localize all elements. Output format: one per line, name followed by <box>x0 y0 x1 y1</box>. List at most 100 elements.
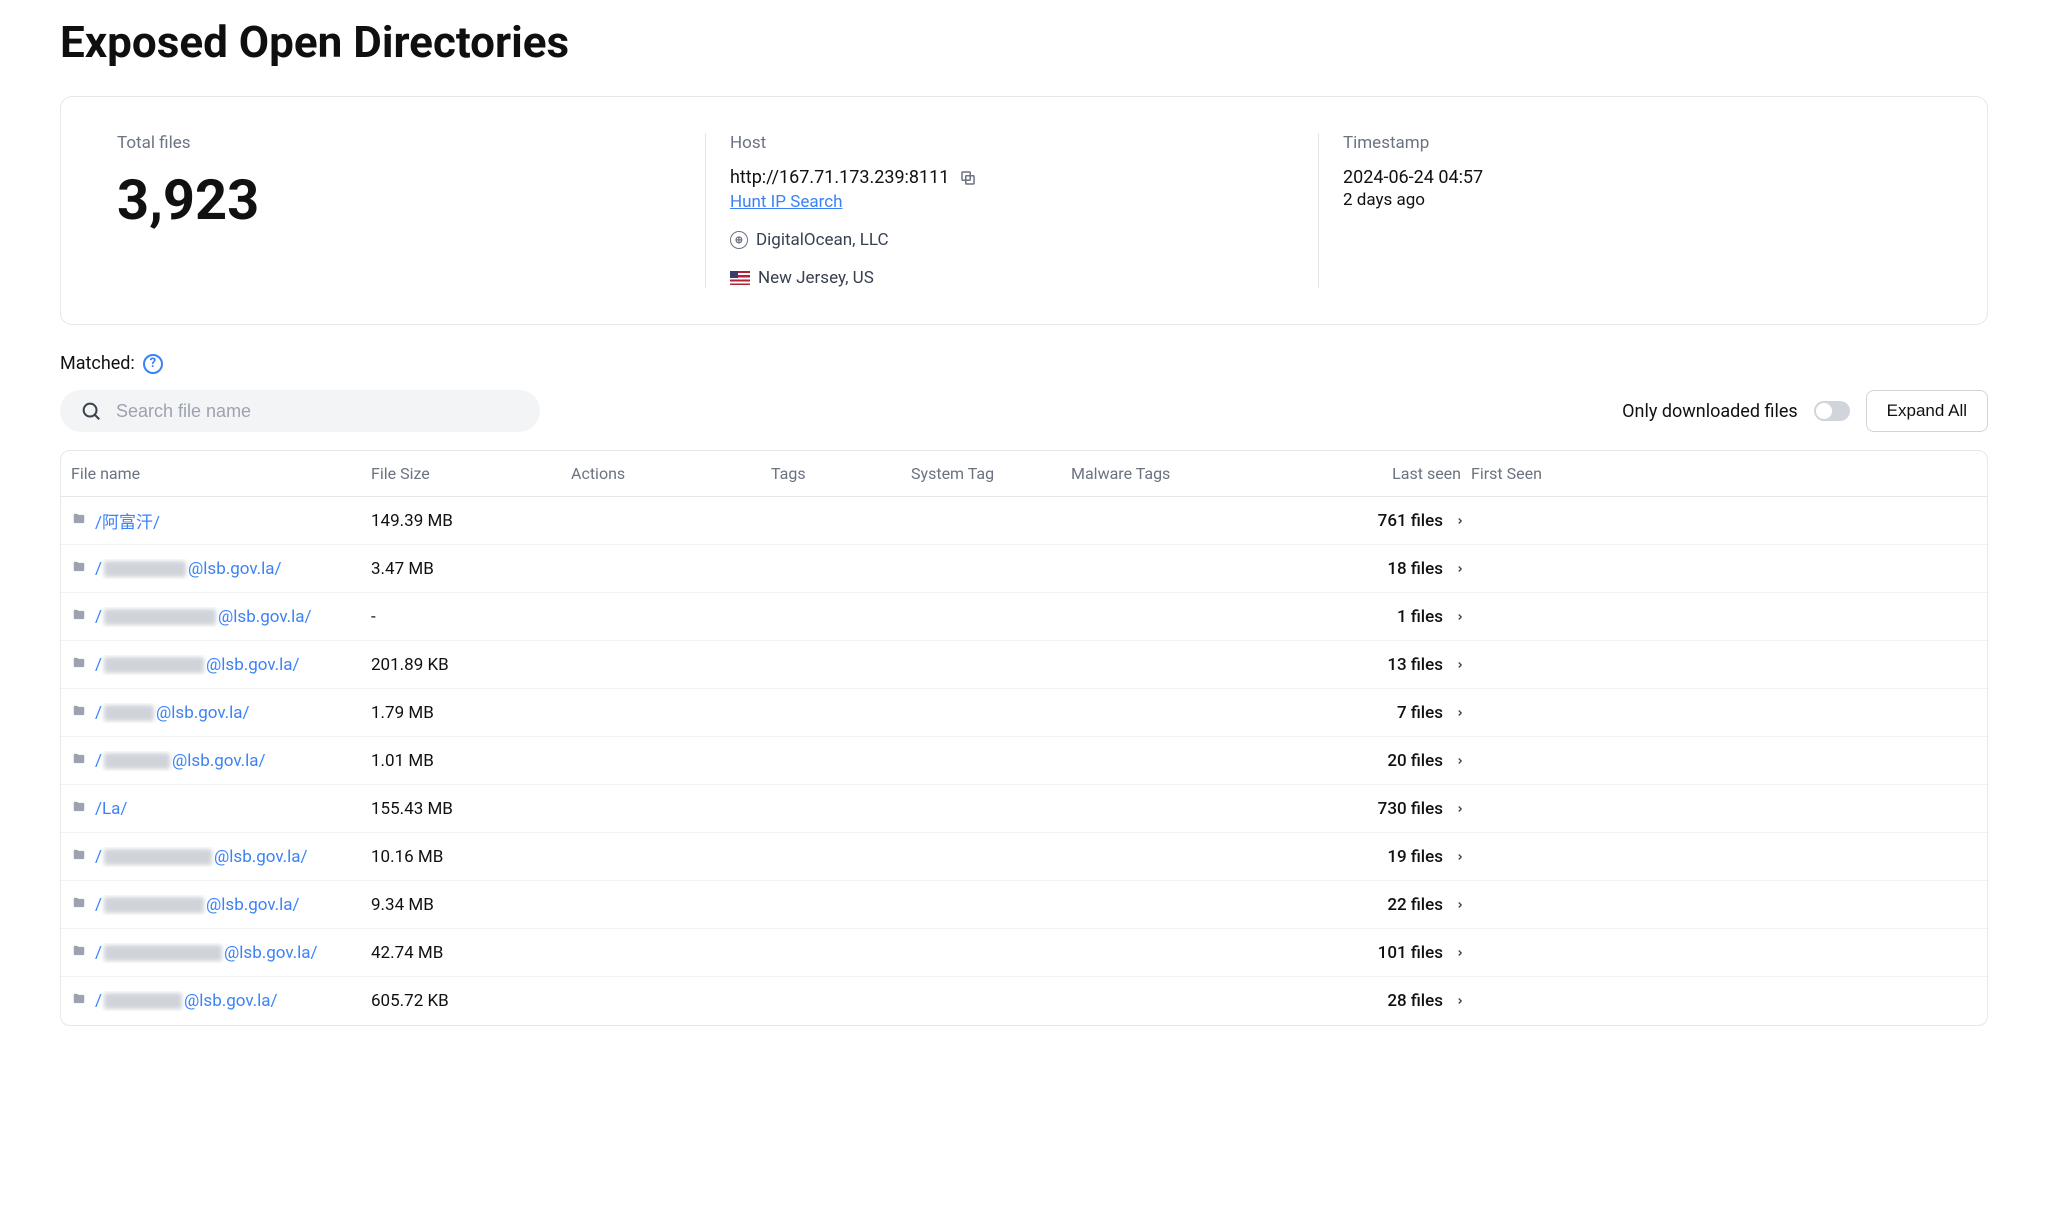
file-name-link[interactable]: /@lsb.gov.la/ <box>95 751 266 771</box>
table-row[interactable]: /@lsb.gov.la/42.74 MB 101 files <box>61 929 1987 977</box>
file-size-cell: 149.39 MB <box>371 511 531 531</box>
file-size-cell: 155.43 MB <box>371 799 531 819</box>
file-size-cell: 201.89 KB <box>371 655 531 675</box>
last-seen-cell: 18 files <box>1271 559 1471 579</box>
last-seen-cell: 13 files <box>1271 655 1471 675</box>
last-seen-cell: 20 files <box>1271 751 1471 771</box>
file-size-cell: 10.16 MB <box>371 847 531 867</box>
last-seen-cell: 7 files <box>1271 703 1471 723</box>
file-count: 28 files <box>1387 991 1443 1011</box>
file-name-link[interactable]: /@lsb.gov.la/ <box>95 991 278 1011</box>
table-row[interactable]: /阿富汗/149.39 MB 761 files <box>61 497 1987 545</box>
chevron-right-icon[interactable] <box>1455 655 1465 675</box>
file-count: 761 files <box>1378 511 1443 531</box>
file-count: 19 files <box>1387 847 1443 867</box>
th-file-size: File Size <box>371 464 531 483</box>
file-name-link[interactable]: /@lsb.gov.la/ <box>95 847 308 867</box>
folder-icon <box>71 511 87 531</box>
chevron-right-icon[interactable] <box>1455 847 1465 867</box>
folder-icon <box>71 607 87 627</box>
chevron-right-icon[interactable] <box>1455 895 1465 915</box>
folder-icon <box>71 847 87 867</box>
redacted-segment <box>104 753 170 769</box>
file-name-cell: /@lsb.gov.la/ <box>71 751 371 771</box>
summary-card: Total files 3,923 Host http://167.71.173… <box>60 96 1988 325</box>
hunt-ip-search-link[interactable]: Hunt IP Search <box>730 192 842 212</box>
table-row[interactable]: /@lsb.gov.la/1.79 MB 7 files <box>61 689 1987 737</box>
file-name-link[interactable]: /@lsb.gov.la/ <box>95 559 282 579</box>
us-flag-icon <box>730 271 750 285</box>
th-tags: Tags <box>731 464 911 483</box>
chevron-right-icon[interactable] <box>1455 559 1465 579</box>
file-count: 730 files <box>1378 799 1443 819</box>
table-row[interactable]: /@lsb.gov.la/3.47 MB 18 files <box>61 545 1987 593</box>
chevron-right-icon[interactable] <box>1455 751 1465 771</box>
file-name-link[interactable]: /@lsb.gov.la/ <box>95 607 312 627</box>
redacted-segment <box>104 897 204 913</box>
redacted-segment <box>104 945 222 961</box>
table-row[interactable]: /@lsb.gov.la/605.72 KB 28 files <box>61 977 1987 1025</box>
last-seen-cell: 761 files <box>1271 511 1471 531</box>
file-size-cell: 42.74 MB <box>371 943 531 963</box>
file-name-link[interactable]: /La/ <box>95 799 127 819</box>
file-name-cell: /@lsb.gov.la/ <box>71 847 371 867</box>
summary-host: Host http://167.71.173.239:8111 Hunt IP … <box>706 133 1319 288</box>
th-file-name: File name <box>71 464 371 483</box>
file-size-cell: 1.79 MB <box>371 703 531 723</box>
table-row[interactable]: /@lsb.gov.la/ - 1 files <box>61 593 1987 641</box>
chevron-right-icon[interactable] <box>1455 991 1465 1011</box>
copy-icon[interactable] <box>959 169 977 187</box>
file-name-link[interactable]: /@lsb.gov.la/ <box>95 943 318 963</box>
search-box[interactable] <box>60 390 540 432</box>
chevron-right-icon[interactable] <box>1455 607 1465 627</box>
file-name-cell: /@lsb.gov.la/ <box>71 655 371 675</box>
folder-icon <box>71 943 87 963</box>
file-name-cell: /@lsb.gov.la/ <box>71 703 371 723</box>
file-size-cell: - <box>371 607 531 627</box>
file-size-cell: 3.47 MB <box>371 559 531 579</box>
table-row[interactable]: /@lsb.gov.la/9.34 MB22 files <box>61 881 1987 929</box>
redacted-segment <box>104 705 154 721</box>
help-icon[interactable]: ? <box>143 354 163 374</box>
asn-icon: ⊕ <box>730 231 748 249</box>
search-input[interactable] <box>116 401 520 422</box>
timestamp-value: 2024-06-24 04:57 <box>1343 167 1907 188</box>
folder-icon <box>71 655 87 675</box>
chevron-right-icon[interactable] <box>1455 511 1465 531</box>
redacted-segment <box>104 657 204 673</box>
table-row[interactable]: /@lsb.gov.la/201.89 KB 13 files <box>61 641 1987 689</box>
only-downloaded-toggle[interactable] <box>1814 401 1850 421</box>
expand-all-button[interactable]: Expand All <box>1866 390 1988 432</box>
chevron-right-icon[interactable] <box>1455 703 1465 723</box>
last-seen-cell: 19 files <box>1271 847 1471 867</box>
chevron-right-icon[interactable] <box>1455 943 1465 963</box>
total-files-label: Total files <box>117 133 681 153</box>
redacted-segment <box>104 609 216 625</box>
host-label: Host <box>730 133 1294 153</box>
table-row[interactable]: /@lsb.gov.la/10.16 MB 19 files <box>61 833 1987 881</box>
file-count: 13 files <box>1387 655 1443 675</box>
matched-label: Matched: <box>60 353 135 374</box>
th-system-tag: System Tag <box>911 464 1071 483</box>
file-name-link[interactable]: /阿富汗/ <box>95 508 160 533</box>
table-row[interactable]: /@lsb.gov.la/1.01 MB20 files <box>61 737 1987 785</box>
files-table: File name File Size Actions Tags System … <box>60 450 1988 1026</box>
table-row[interactable]: /La/155.43 MB 730 files <box>61 785 1987 833</box>
folder-icon <box>71 799 87 819</box>
file-size-cell: 605.72 KB <box>371 991 531 1011</box>
summary-timestamp: Timestamp 2024-06-24 04:57 2 days ago <box>1319 133 1931 288</box>
last-seen-cell: 1 files <box>1271 607 1471 627</box>
summary-total-files: Total files 3,923 <box>117 133 706 288</box>
chevron-right-icon[interactable] <box>1455 799 1465 819</box>
file-name-link[interactable]: /@lsb.gov.la/ <box>95 895 300 915</box>
host-location: New Jersey, US <box>758 268 874 288</box>
file-size-cell: 9.34 MB <box>371 895 531 915</box>
file-name-link[interactable]: /@lsb.gov.la/ <box>95 655 300 675</box>
file-count: 101 files <box>1378 943 1443 963</box>
asn-name: DigitalOcean, LLC <box>756 230 889 250</box>
file-name-link[interactable]: /@lsb.gov.la/ <box>95 703 250 723</box>
folder-icon <box>71 991 87 1011</box>
last-seen-cell: 28 files <box>1271 991 1471 1011</box>
file-name-cell: /@lsb.gov.la/ <box>71 943 371 963</box>
matched-row: Matched: ? <box>60 353 1988 374</box>
